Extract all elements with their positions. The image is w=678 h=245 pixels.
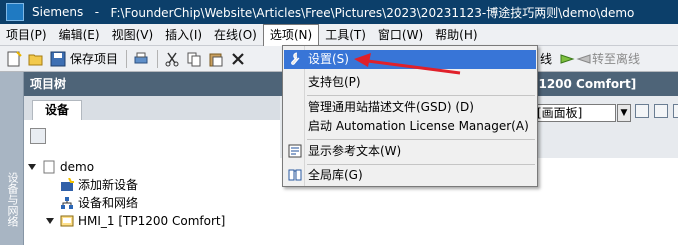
menu-item-label: 显示参考文本(W) [308,144,402,158]
save-project-button[interactable]: 保存项目 [70,50,118,67]
title-bar: Siemens - F:\FounderChip\Website\Article… [0,0,678,24]
options-dropdown-menu: 设置(S) 支持包(P) 管理通用站描述文件(GSD) (D) 启动 Autom… [282,45,538,187]
menu-project[interactable]: 项目(P) [0,24,53,46]
grid-icon[interactable] [635,104,649,118]
save-project-icon[interactable] [50,51,66,67]
menu-view[interactable]: 视图(V) [106,24,160,46]
menu-help[interactable]: 帮助(H) [429,24,483,46]
menu-item-label: 设置(S) [308,52,349,66]
menu-item-global-libraries[interactable]: 全局库(G) [284,166,536,185]
project-tree-tabs: 设备 [24,96,280,120]
tree-item-hmi[interactable]: HMI_1 [TP1200 Comfort] [46,212,225,230]
reference-text-icon [288,144,302,158]
project-icon [43,160,55,174]
tab-devices[interactable]: 设备 [32,100,83,120]
menu-item-show-reference-text[interactable]: 显示参考文本(W) [284,142,536,161]
toolbar-separator [157,49,159,68]
delete-icon[interactable] [230,51,246,67]
menu-item-manage-gsd[interactable]: 管理通用站描述文件(GSD) (D) [284,98,536,117]
chevron-down-icon[interactable]: ▼ [617,104,631,122]
list-icon[interactable] [654,104,668,118]
editor-toolbar-icons [630,104,678,118]
menu-bar: 项目(P) 编辑(E) 视图(V) 插入(I) 在线(O) 选项(N) 工具(T… [0,23,678,46]
menu-window[interactable]: 窗口(W) [372,24,429,46]
menu-insert[interactable]: 插入(I) [159,24,208,46]
menu-item-support-packages[interactable]: 支持包(P) [284,73,536,92]
project-tree-header: 项目树 [24,72,280,96]
go-offline-button[interactable]: 转至离线 [592,50,640,67]
tree-item-label: 设备和网络 [78,196,139,210]
menu-item-license-manager[interactable]: 启动 Automation License Manager(A) [284,117,536,136]
menu-separator [307,139,535,140]
devices-networks-vertical-tab[interactable]: 设备与网络 [0,72,24,245]
print-icon[interactable] [133,51,149,67]
details-icon[interactable] [673,104,678,118]
faceplate-combo[interactable]: [画面板] [530,104,616,122]
menu-online[interactable]: 在线(O) [208,24,263,46]
vertical-tab-label: 设备与网络 [6,172,19,227]
tree-item-label: HMI_1 [TP1200 Comfort] [78,214,226,228]
tree-item-label: demo [60,160,95,174]
go-online-partial[interactable]: 线 [540,50,552,67]
app-icon [6,3,24,21]
tree-item-demo[interactable]: demo [28,158,94,176]
toolbar-separator [126,49,128,68]
menu-separator [307,164,535,165]
hmi-icon [60,215,74,227]
title-separator: - [83,5,111,19]
open-project-icon[interactable] [28,51,44,67]
project-tree-toolbar [24,120,280,152]
app-name: Siemens [32,5,84,19]
menu-options[interactable]: 选项(N) [262,23,320,46]
menu-item-label: 支持包(P) [308,75,361,89]
tree-item-add-device[interactable]: 添加新设备 [60,176,138,194]
expand-triangle-icon[interactable] [46,218,54,224]
tree-item-label: 添加新设备 [78,178,139,192]
cut-icon[interactable] [164,51,180,67]
expand-triangle-icon[interactable] [28,164,36,170]
go-offline-icon[interactable] [576,51,592,67]
global-library-icon [288,169,302,181]
menu-edit[interactable]: 编辑(E) [53,24,106,46]
menu-separator [307,95,535,96]
menu-item-label: 启动 Automation License Manager(A) [308,119,529,133]
wrench-icon [291,52,300,65]
tree-view-icon[interactable] [30,128,46,144]
menu-item-label: 管理通用站描述文件(GSD) (D) [308,100,474,114]
new-project-icon[interactable] [6,50,22,67]
project-tree-panel: 项目树 设备 demo 添加新设备 设备和网络 HMI_1 [TP1200 Co… [24,72,280,245]
go-online-icon[interactable] [559,51,575,67]
add-device-icon [61,178,74,191]
network-icon [61,197,73,209]
menu-item-label: 全局库(G) [308,168,363,182]
paste-icon[interactable] [208,51,224,67]
copy-icon[interactable] [186,51,202,67]
menu-item-settings[interactable]: 设置(S) [284,50,536,69]
menu-tools[interactable]: 工具(T) [319,24,372,46]
project-path: F:\FounderChip\Website\Articles\Free\Pic… [110,5,635,20]
tree-item-devices-networks[interactable]: 设备和网络 [60,194,138,212]
